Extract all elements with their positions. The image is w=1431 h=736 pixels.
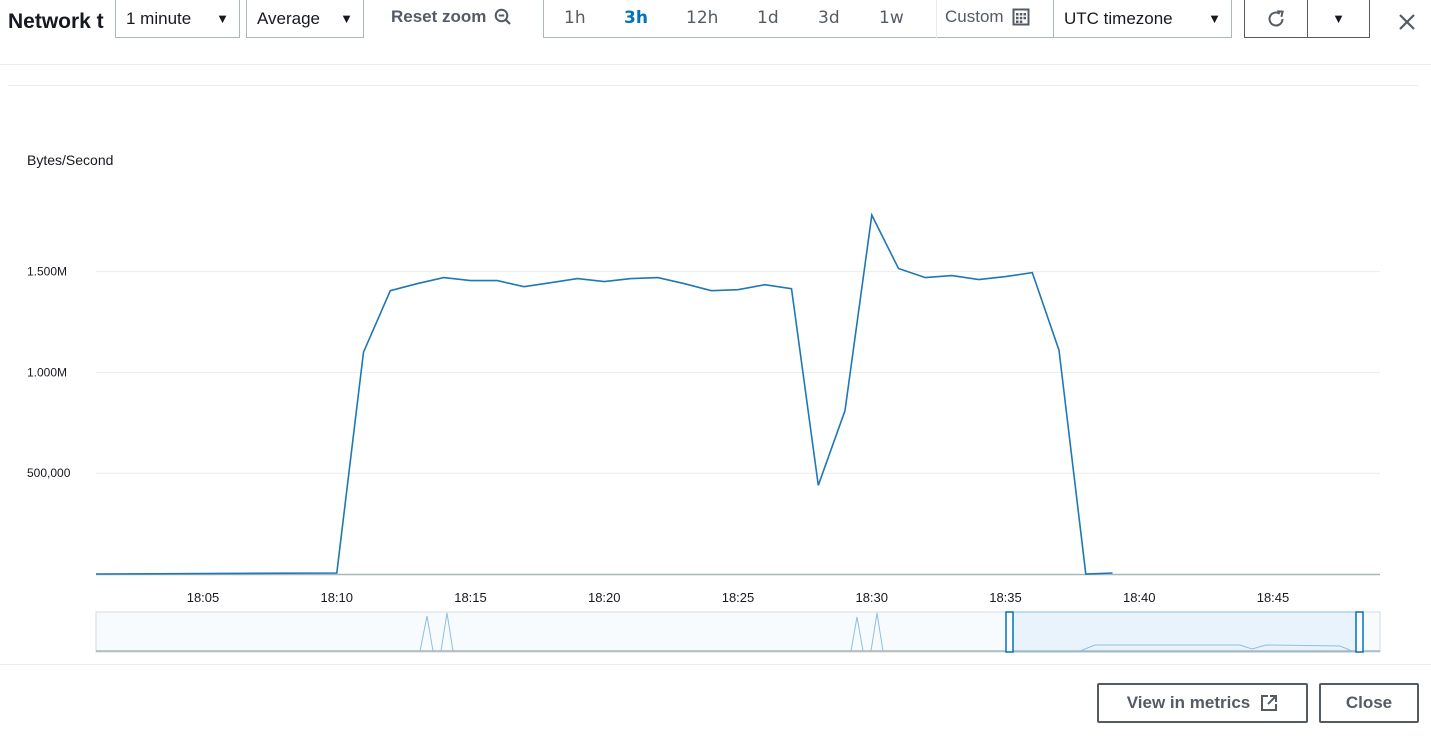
y-tick-labels: 500,000 1.000M 1.500M [27,265,71,481]
y-tick-label: 1.500M [27,265,67,279]
custom-range-button[interactable]: Custom [945,7,1030,27]
reset-zoom-label: Reset zoom [391,7,487,26]
view-in-metrics-button[interactable]: View in metrics [1097,683,1308,723]
close-icon[interactable] [1396,10,1418,32]
x-tick-label: 18:30 [855,590,888,605]
x-tick-label: 18:10 [320,590,353,605]
x-tick-label: 18:20 [588,590,621,605]
y-axis-label: Bytes/Second [27,152,113,168]
range-1w[interactable]: 1w [879,8,904,28]
gridlines [96,271,1380,576]
timezone-value: UTC timezone [1064,8,1173,28]
time-navigator[interactable] [95,611,1381,653]
zoom-out-icon [495,8,512,25]
reset-zoom-button[interactable]: Reset zoom [391,7,512,27]
caret-down-icon: ▼ [340,11,353,26]
y-tick-label: 1.000M [27,365,67,379]
refresh-button[interactable] [1244,0,1308,38]
range-12h[interactable]: 12h [686,8,718,28]
range-1d[interactable]: 1d [757,8,779,28]
close-label: Close [1345,693,1393,712]
timezone-dropdown[interactable]: UTC timezone ▼ [1053,0,1232,38]
range-separator [936,0,937,38]
x-tick-labels: 18:05 18:10 18:15 18:20 18:25 18:30 18:35 18:40… [187,590,1290,605]
statistic-value: Average [257,8,321,28]
period-dropdown[interactable]: 1 minute ▼ [115,0,240,38]
refresh-icon [1268,9,1284,26]
series-line [95,212,1113,575]
external-link-icon [1261,695,1278,711]
caret-down-icon: ▼ [1332,11,1345,26]
statistic-dropdown[interactable]: Average ▼ [246,0,364,38]
network-chart[interactable]: Bytes/Second 500,0001.000M1.500M 18:05 18… [0,64,1431,664]
caret-down-icon: ▼ [216,11,229,26]
x-tick-label: 18:35 [989,590,1022,605]
navigator-right-handle[interactable] [1355,611,1364,653]
close-button[interactable]: Close [1319,683,1419,723]
range-3d[interactable]: 3d [818,8,840,28]
x-tick-label: 18:40 [1123,590,1156,605]
x-tick-label: 18:05 [187,590,220,605]
calendar-icon [1012,8,1030,26]
custom-label: Custom [945,7,1004,26]
refresh-options-button[interactable]: ▼ [1307,0,1370,38]
range-1h[interactable]: 1h [564,8,586,28]
footer-divider [0,664,1431,665]
navigator-left-handle[interactable] [1005,611,1014,653]
y-tick-label: 500,000 [27,466,71,480]
caret-down-icon: ▼ [1208,11,1221,26]
range-3h[interactable]: 3h [624,8,648,28]
period-value: 1 minute [126,8,192,28]
view-in-metrics-label: View in metrics [1126,693,1251,712]
modal-header: Network t 1 minute ▼ Average ▼ Reset zoo… [0,0,1431,65]
x-tick-label: 18:45 [1257,590,1290,605]
x-tick-label: 18:15 [454,590,487,605]
x-tick-label: 18:25 [722,590,755,605]
